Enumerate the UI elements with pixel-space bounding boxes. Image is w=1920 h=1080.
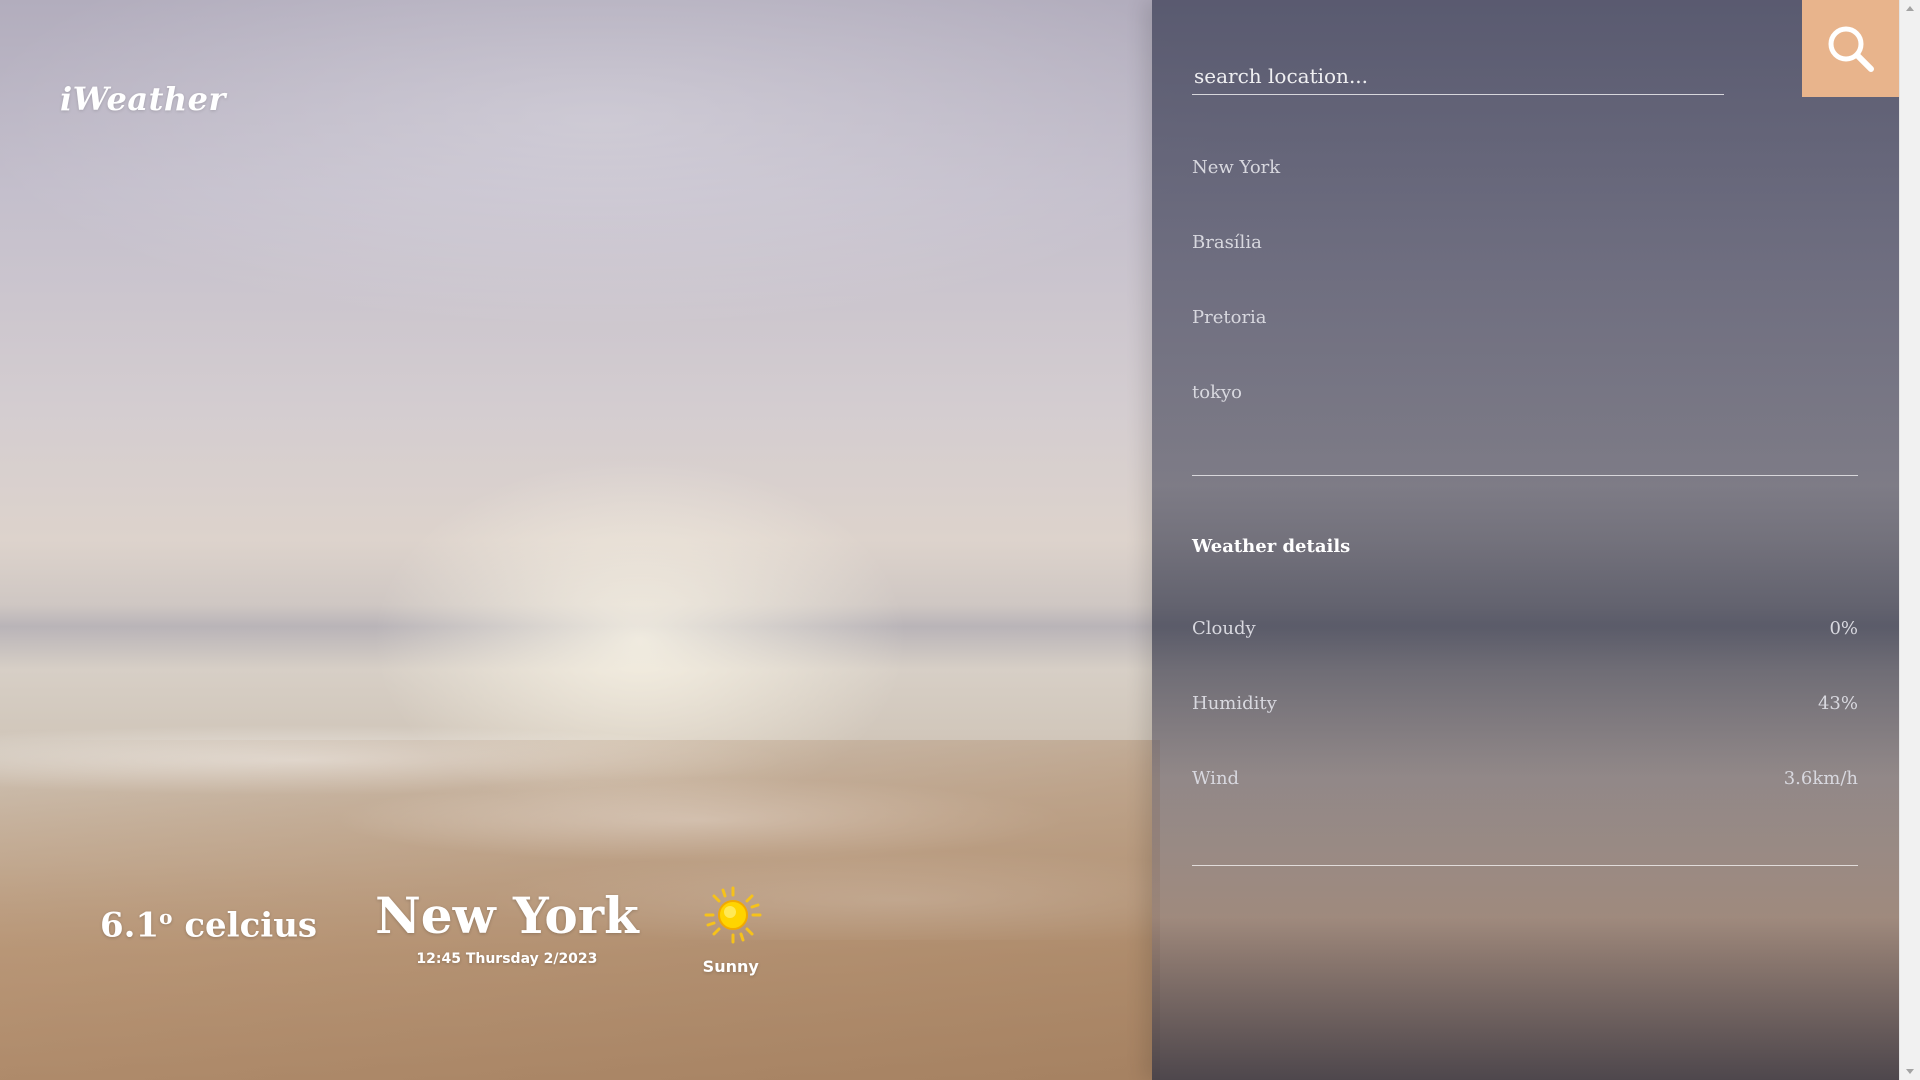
location-item-pretoria[interactable]: Pretoria (1192, 300, 1858, 375)
search-button[interactable] (1802, 0, 1899, 97)
scroll-up-arrow[interactable] (1900, 0, 1920, 17)
detail-label: Cloudy (1192, 618, 1256, 639)
search-input[interactable] (1192, 60, 1724, 95)
brand-logo[interactable]: iWeather (60, 80, 226, 118)
search-row (1192, 60, 1724, 95)
triangle-up-icon (1906, 6, 1914, 11)
temperature-value: 6.1 (100, 905, 160, 946)
location-item-brasilia[interactable]: Brasília (1192, 225, 1858, 300)
condition-text: Sunny (702, 957, 759, 976)
condition-block: Sunny (699, 885, 763, 976)
triangle-down-icon (1906, 1069, 1914, 1074)
weather-details: Cloudy 0% Humidity 43% Wind 3.6km/h (1192, 618, 1858, 843)
details-title: Weather details (1192, 536, 1351, 557)
location-list: New York Brasília Pretoria tokyo (1192, 150, 1858, 450)
detail-row-wind: Wind 3.6km/h (1192, 768, 1858, 843)
detail-label: Humidity (1192, 693, 1277, 714)
detail-value: 0% (1829, 618, 1858, 639)
degree-symbol: o (159, 905, 173, 929)
datetime: 12:45 Thursday 2/2023 (416, 951, 598, 967)
location-item-new-york[interactable]: New York (1192, 150, 1858, 225)
side-panel: New York Brasília Pretoria tokyo Weather… (1152, 0, 1899, 1080)
detail-value: 43% (1817, 693, 1858, 714)
temperature-unit: celcius (172, 905, 318, 946)
scroll-down-arrow[interactable] (1900, 1063, 1920, 1080)
detail-label: Wind (1192, 768, 1240, 789)
city-block: New York 12:45 Thursday 2/2023 (375, 885, 639, 967)
temperature: 6.1o celcius (100, 905, 317, 945)
weather-app: iWeather 6.1o celcius New York 12:45 Thu… (0, 0, 1920, 1080)
city-name: New York (375, 886, 639, 945)
divider-details (1192, 865, 1858, 866)
current-weather: 6.1o celcius New York 12:45 Thursday 2/2… (100, 885, 763, 976)
divider-locations (1192, 475, 1858, 476)
detail-value: 3.6km/h (1783, 768, 1858, 789)
sun-icon (704, 886, 762, 944)
search-icon (1828, 26, 1874, 72)
detail-row-humidity: Humidity 43% (1192, 693, 1858, 768)
location-item-tokyo[interactable]: tokyo (1192, 375, 1858, 450)
detail-row-cloudy: Cloudy 0% (1192, 618, 1858, 693)
scrollbar[interactable] (1899, 0, 1920, 1080)
